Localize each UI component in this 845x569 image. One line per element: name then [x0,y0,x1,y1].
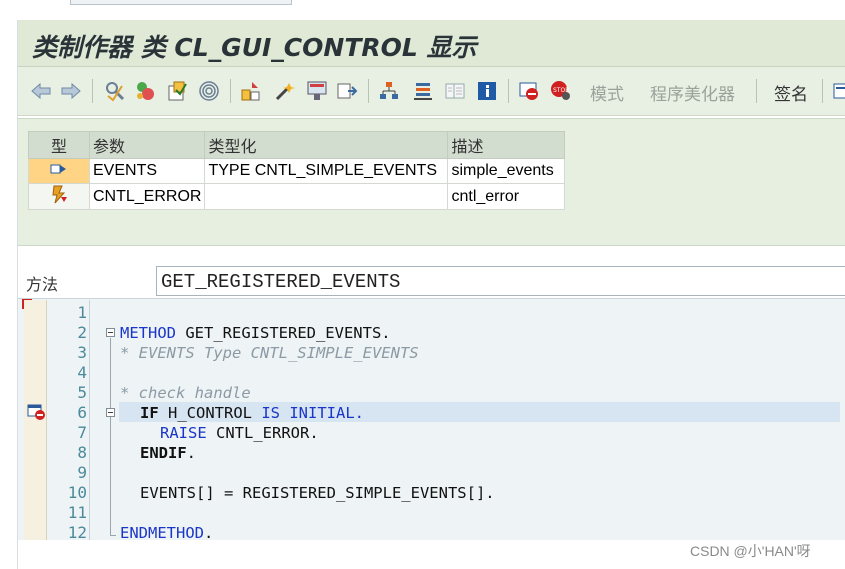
code-text: . [186,444,197,462]
method-label: 方法 [26,275,59,294]
column-header-kind[interactable]: 型 [28,131,90,159]
watermark: CSDN @小'HAN'呀 [690,543,811,559]
activate-icon[interactable] [166,80,188,102]
line-number: 11 [67,503,87,522]
left-frame [0,20,18,569]
exception-icon[interactable] [28,183,90,210]
keyword: ENDIF [140,444,187,462]
window-top-frame [0,0,845,20]
keyword: RAISE [160,424,207,442]
line-number: 7 [77,423,87,442]
line-number: 3 [77,343,87,362]
toolbar-separator [756,79,757,103]
keyword: IF [140,404,159,422]
wizard-icon[interactable] [274,80,296,102]
hierarchy-icon[interactable] [378,80,400,102]
code-line-5[interactable]: * check handle [120,383,251,403]
code-line-6[interactable]: IF H_CONTROL IS INITIAL. [140,403,364,423]
page-title: 类制作器 类 CL_GUI_CONTROL 显示 [32,33,477,62]
param-typing[interactable] [204,183,449,210]
fold-guide [110,338,111,535]
stack-icon[interactable] [412,80,434,102]
param-name[interactable]: EVENTS [88,158,206,184]
table-row[interactable]: CNTL_ERROR cntl_error [28,183,566,210]
fold-toggle-method[interactable] [106,328,115,337]
keyword: IS INITIAL. [261,404,364,422]
line-number: 9 [77,463,87,482]
signature-button[interactable]: 签名 [774,80,808,105]
code-text: EVENTS[] = REGISTERED_SIMPLE_EVENTS[]. [140,484,495,502]
param-typing[interactable]: TYPE CNTL_SIMPLE_EVENTS [204,158,449,184]
fold-toggle-if[interactable] [106,408,115,417]
info-icon[interactable] [476,80,498,102]
application-toolbar: STOP 模式 程序美化器 签名 [18,67,845,116]
table-row[interactable]: EVENTS TYPE CNTL_SIMPLE_EVENTS simple_ev… [28,158,566,184]
check-icon[interactable] [134,80,156,102]
line-number: 5 [77,383,87,402]
mode-button[interactable]: 模式 [590,80,624,105]
importing-param-icon[interactable] [28,158,90,184]
parameters-table: 型 参数 类型化 描述 EVENTS TYPE CNTL_SIMPLE_EVEN… [28,131,566,210]
keyword: METHOD [120,324,176,342]
object-list-icon[interactable] [240,80,262,102]
line-number: 1 [77,303,87,322]
code-line-10[interactable]: EVENTS[] = REGISTERED_SIMPLE_EVENTS[]. [140,483,495,503]
line-number: 6 [77,403,87,422]
param-description[interactable]: cntl_error [447,183,566,210]
toolbar-separator [508,79,509,103]
toolbar-separator [92,79,93,103]
code-text: GET_REGISTERED_EVENTS. [176,324,391,342]
column-header-typing[interactable]: 类型化 [204,131,449,159]
line-number: 4 [77,363,87,382]
title-bar: 类制作器 类 CL_GUI_CONTROL 显示 [18,20,845,67]
other-object-icon[interactable] [104,80,126,102]
line-number: 2 [77,323,87,342]
code-line-2[interactable]: METHOD GET_REGISTERED_EVENTS. [120,323,391,343]
toolbar-separator [230,79,231,103]
comment: * check handle [120,384,251,402]
toolbar-separator [822,79,823,103]
line-number: 10 [67,483,87,502]
more-icon[interactable] [832,80,845,102]
where-used-icon[interactable] [198,80,220,102]
code-line-7[interactable]: RAISE CNTL_ERROR. [160,423,319,443]
enhancement-icon[interactable] [306,80,328,102]
method-name-value: GET_REGISTERED_EVENTS [161,271,401,293]
code-text: H_CONTROL [158,404,262,422]
param-description[interactable]: simple_events [447,158,566,184]
method-name-field[interactable]: GET_REGISTERED_EVENTS [156,266,845,296]
code-line-3[interactable]: * EVENTS Type CNTL_SIMPLE_EVENTS [120,343,419,363]
column-header-parameter[interactable]: 参数 [88,131,206,159]
back-icon[interactable] [30,80,52,102]
local-types-icon[interactable] [336,80,358,102]
toolbar-separator [368,79,369,103]
column-header-description[interactable]: 描述 [447,131,566,159]
pretty-printer-button[interactable]: 程序美化器 [650,80,735,105]
forward-icon[interactable] [60,80,82,102]
comment: * EVENTS Type CNTL_SIMPLE_EVENTS [120,344,419,362]
code-text: CNTL_ERROR. [206,424,319,442]
tab-strip [70,0,292,5]
code-line-8[interactable]: ENDIF. [140,443,196,463]
docu-icon[interactable] [444,80,466,102]
session-breakpoint-icon[interactable] [27,403,47,421]
parameters-panel: 型 参数 类型化 描述 EVENTS TYPE CNTL_SIMPLE_EVEN… [18,118,845,246]
line-number: 8 [77,443,87,462]
breakpoint-icon[interactable] [518,80,540,102]
fold-guide-end [110,535,116,536]
stop-icon[interactable]: STOP [550,80,572,102]
param-name[interactable]: CNTL_ERROR [88,183,206,210]
